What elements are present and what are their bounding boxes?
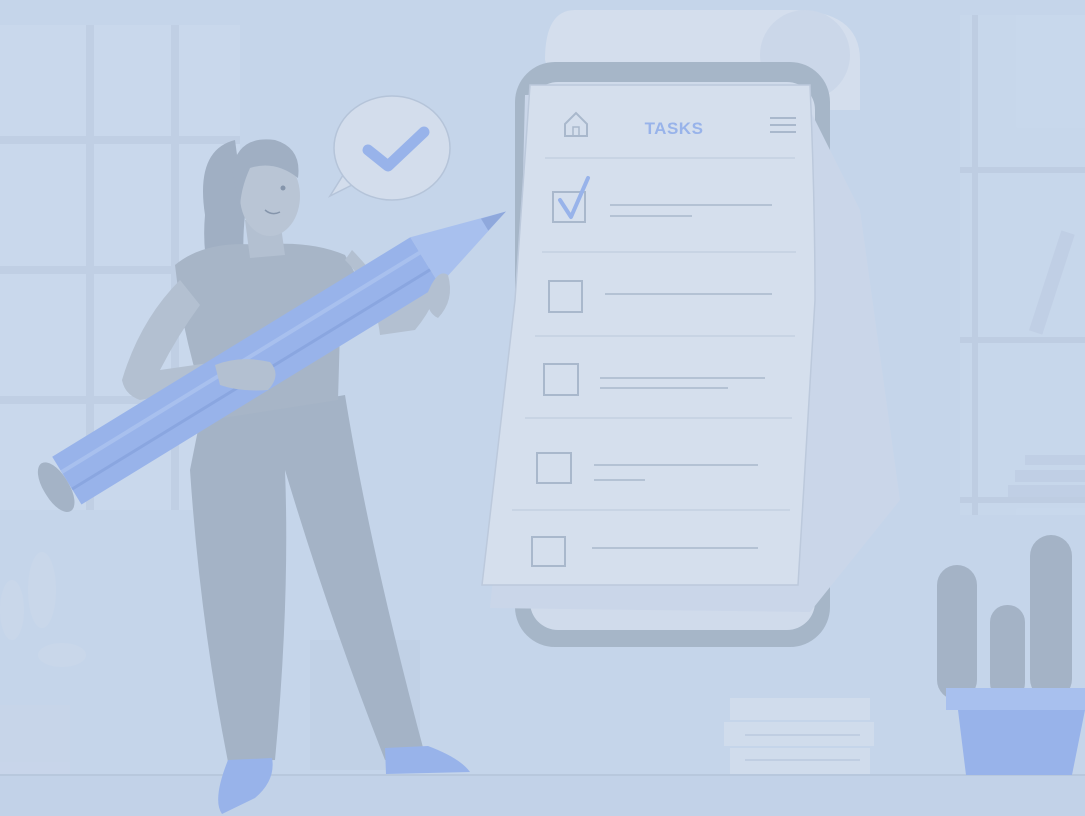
app-title: TASKS [645, 119, 704, 138]
bookshelf [960, 15, 1085, 515]
task-illustration: TASKS [0, 0, 1085, 816]
floor [0, 776, 1085, 816]
phone [481, 10, 900, 647]
eye [280, 185, 286, 191]
book-stack [724, 698, 874, 774]
hand [215, 359, 276, 391]
